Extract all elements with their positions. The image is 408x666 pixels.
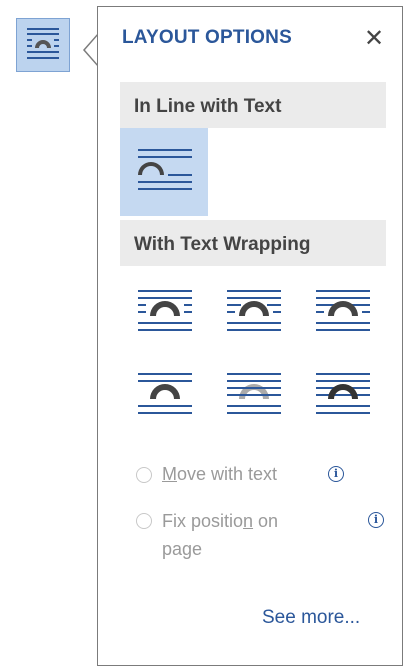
option-through[interactable] xyxy=(298,269,386,357)
wrap-behind-text-icon xyxy=(227,373,281,414)
option-in-front-of-text[interactable] xyxy=(298,352,386,440)
option-in-line-with-text[interactable] xyxy=(120,128,208,216)
fix-position-label: Fix position on page xyxy=(162,511,279,559)
wrap-in-front-of-text-icon xyxy=(316,373,370,414)
radio-row-move-with-text: Move with text i xyxy=(136,464,386,488)
in-line-with-text-icon xyxy=(138,149,192,190)
move-with-text-label: Move with text xyxy=(162,464,278,484)
radio-row-fix-position: Fix position on page i xyxy=(136,510,386,566)
panel-title: LAYOUT OPTIONS xyxy=(122,27,292,48)
close-icon[interactable]: ✕ xyxy=(364,25,384,53)
wrap-through-icon xyxy=(316,290,370,331)
wrap-top-and-bottom-icon xyxy=(138,373,192,414)
layout-options-icon xyxy=(27,28,59,59)
see-more-link[interactable]: See more... xyxy=(262,607,360,629)
fix-position-radio[interactable] xyxy=(136,513,152,529)
wrap-tight-icon xyxy=(227,290,281,331)
wrap-square-icon xyxy=(138,290,192,331)
layout-options-button[interactable] xyxy=(16,18,70,72)
info-icon[interactable]: i xyxy=(368,512,384,528)
section-in-line-with-text: In Line with Text xyxy=(120,82,386,128)
option-behind-text[interactable] xyxy=(209,352,297,440)
section-with-text-wrapping: With Text Wrapping xyxy=(120,220,386,266)
info-icon[interactable]: i xyxy=(328,466,344,482)
option-square[interactable] xyxy=(120,269,208,357)
layout-options-panel: LAYOUT OPTIONS ✕ In Line with Text With … xyxy=(97,6,403,666)
option-tight[interactable] xyxy=(209,269,297,357)
option-top-and-bottom[interactable] xyxy=(120,352,208,440)
move-with-text-radio[interactable] xyxy=(136,467,152,483)
